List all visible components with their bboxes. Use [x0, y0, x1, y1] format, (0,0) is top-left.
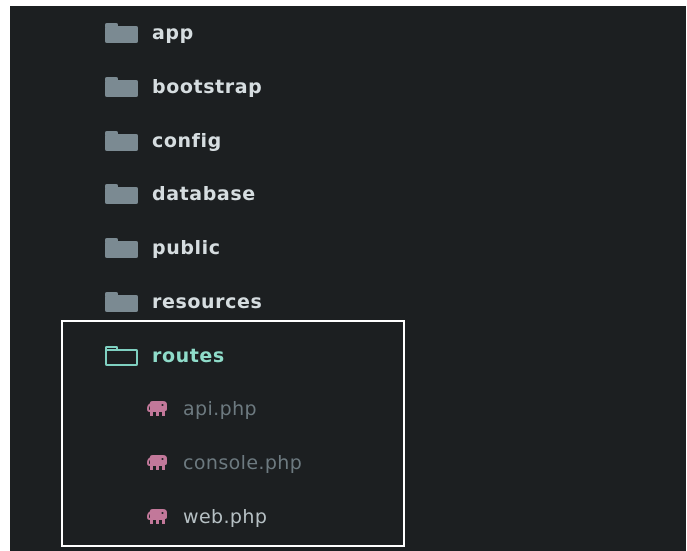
file-label: api.php — [183, 398, 257, 420]
file-label: web.php — [183, 506, 268, 528]
folder-bootstrap[interactable]: bootstrap — [10, 67, 687, 107]
php-elephant-icon — [147, 455, 167, 470]
folder-open-icon — [105, 346, 138, 366]
folder-label: bootstrap — [152, 76, 263, 98]
file-web-php[interactable]: web.php — [10, 497, 687, 537]
folder-icon — [105, 23, 138, 43]
folder-config[interactable]: config — [10, 121, 687, 161]
folder-label: routes — [152, 345, 225, 367]
folder-label: config — [152, 130, 222, 152]
folder-routes[interactable]: routes — [10, 336, 687, 376]
folder-label: resources — [152, 291, 263, 313]
folder-icon — [105, 184, 138, 204]
folder-label: app — [152, 22, 194, 44]
folder-icon — [105, 238, 138, 258]
folder-icon — [105, 131, 138, 151]
folder-public[interactable]: public — [10, 228, 687, 268]
file-explorer: app bootstrap config database public res… — [10, 6, 686, 551]
folder-resources[interactable]: resources — [10, 282, 687, 322]
folder-icon — [105, 292, 138, 312]
file-api-php[interactable]: api.php — [10, 389, 687, 429]
file-console-php[interactable]: console.php — [10, 443, 687, 483]
php-elephant-icon — [147, 509, 167, 524]
folder-app[interactable]: app — [10, 13, 687, 53]
file-label: console.php — [183, 452, 303, 474]
folder-icon — [105, 77, 138, 97]
folder-database[interactable]: database — [10, 174, 687, 214]
folder-label: public — [152, 237, 221, 259]
folder-label: database — [152, 183, 256, 205]
php-elephant-icon — [147, 401, 167, 416]
